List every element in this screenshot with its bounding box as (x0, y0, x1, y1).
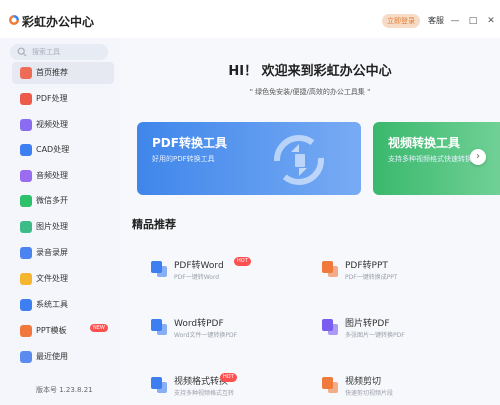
sidebar-item[interactable]: 最近使用 (12, 346, 114, 368)
tool-description: 支持多种视频格式互转 (174, 390, 235, 397)
tool-description: PDF一键转Word (174, 274, 220, 281)
audio-icon (20, 170, 32, 182)
ppt-icon (20, 325, 32, 337)
record-icon (20, 247, 32, 259)
banner-subtitle: 支持多种视频格式快速转换 (388, 155, 472, 163)
pdf-to-ppt-icon (322, 261, 338, 277)
sidebar-item-label: CAD处理 (36, 145, 70, 154)
tool-name: 图片转PDF (345, 319, 390, 329)
search-placeholder: 搜索工具 (32, 48, 60, 56)
tool-name: Word转PDF (174, 319, 224, 329)
search-input[interactable]: 搜索工具 (10, 44, 108, 60)
hot-badge: HOT (220, 373, 237, 382)
word-to-pdf-icon (151, 319, 167, 335)
sidebar-item[interactable]: PDF处理 (12, 88, 114, 110)
tool-name: PDF转Word (174, 261, 224, 271)
banner-title: PDF转换工具 (152, 136, 227, 150)
tool-item[interactable]: Word转PDF Word文件一键转换PDF (150, 314, 300, 346)
wechat-icon (20, 195, 32, 207)
sidebar-item-label: 音频处理 (36, 171, 68, 180)
video-icon (20, 119, 32, 131)
sidebar-item-label: 系统工具 (36, 300, 68, 309)
banner-title: 视频转换工具 (388, 136, 461, 150)
recent-icon (20, 351, 32, 363)
sidebar: 搜索工具 首页推荐 PDF处理视频处理 CAD处理音频处理微信多开图片处理录音录屏文… (0, 38, 120, 405)
sidebar-item-label: 图片处理 (36, 222, 68, 231)
sidebar-item[interactable]: 音频处理 (12, 165, 114, 187)
tool-name: 视频剪切 (345, 377, 382, 387)
tool-item[interactable]: PDF转Word PDF一键转Word HOT (150, 256, 300, 288)
title-bar: 彩虹办公中心 立即登录 客服 — □ ✕ (0, 0, 500, 38)
banner-next-button[interactable]: › (470, 149, 486, 165)
video-convert-icon (151, 377, 167, 393)
new-badge: NEW (90, 324, 108, 332)
sidebar-item-label: PPT模板 (36, 326, 67, 335)
sidebar-item[interactable]: 录音录屏 (12, 242, 114, 264)
folder-icon (20, 273, 32, 285)
sidebar-item-label: 视频处理 (36, 120, 68, 129)
sidebar-item[interactable]: CAD处理 (12, 139, 114, 161)
help-button[interactable]: 客服 (428, 14, 444, 28)
close-button[interactable]: ✕ (485, 14, 497, 28)
tool-description: 快速剪切视频片段 (345, 390, 394, 397)
app-title: 彩虹办公中心 (22, 15, 95, 29)
convert-cycle-icon (274, 135, 324, 185)
tool-item[interactable]: 图片转PDF 多张图片一键转换PDF (321, 314, 471, 346)
sidebar-item[interactable]: 首页推荐 (12, 62, 114, 84)
banner-subtitle: 好用的PDF转换工具 (152, 155, 215, 163)
tool-description: 多张图片一键转换PDF (345, 332, 405, 339)
minimize-button[interactable]: — (449, 14, 461, 28)
search-icon (17, 47, 27, 57)
login-button[interactable]: 立即登录 (382, 14, 420, 28)
tool-name: PDF转PPT (345, 261, 388, 271)
banner-pdf-convert[interactable]: PDF转换工具 好用的PDF转换工具 (137, 122, 361, 195)
home-icon (20, 67, 32, 79)
section-title: 精品推荐 (132, 218, 176, 231)
sidebar-item-label: 首页推荐 (36, 68, 68, 77)
tool-description: Word文件一键转换PDF (174, 332, 238, 339)
tool-item[interactable]: PDF转PPT PDF一键转换成PPT (321, 256, 471, 288)
sidebar-item[interactable]: 图片处理 (12, 216, 114, 238)
sidebar-item[interactable]: 视频处理 (12, 114, 114, 136)
welcome-subtitle: " 绿色免安装/便捷/高效的办公工具集 " (249, 88, 371, 96)
main-content: HI！ 欢迎来到彩虹办公中心 " 绿色免安装/便捷/高效的办公工具集 " PDF… (120, 38, 500, 405)
tool-item[interactable]: 视频剪切快速剪切视频片段 (321, 372, 471, 404)
tool-description: PDF一键转换成PPT (345, 274, 398, 281)
sidebar-item-label: 录音录屏 (36, 248, 68, 257)
version-label: 版本号 1.23.8.21 (36, 386, 93, 394)
sidebar-item-label: 微信多开 (36, 196, 68, 205)
sidebar-item[interactable]: 文件处理 (12, 268, 114, 290)
system-icon (20, 299, 32, 311)
app-logo-icon (9, 15, 19, 25)
hot-badge: HOT (234, 257, 251, 266)
welcome-heading: HI！ 欢迎来到彩虹办公中心 (228, 64, 392, 79)
image-to-pdf-icon (322, 319, 338, 335)
sidebar-item[interactable]: 系统工具 (12, 294, 114, 316)
pdf-to-word-icon (151, 261, 167, 277)
video-cut-icon (322, 377, 338, 393)
cad-icon (20, 144, 32, 156)
pdf-icon (20, 93, 32, 105)
tool-item[interactable]: 视频格式转换 支持多种视频格式互转 HOT (150, 372, 300, 404)
image-icon (20, 221, 32, 233)
sidebar-item-label: 最近使用 (36, 352, 68, 361)
sidebar-item-label: PDF处理 (36, 94, 68, 103)
sidebar-item-label: 文件处理 (36, 274, 68, 283)
maximize-button[interactable]: □ (467, 14, 479, 28)
sidebar-item[interactable]: PPT模板 NEW (12, 320, 114, 342)
sidebar-item[interactable]: 微信多开 (12, 190, 114, 212)
